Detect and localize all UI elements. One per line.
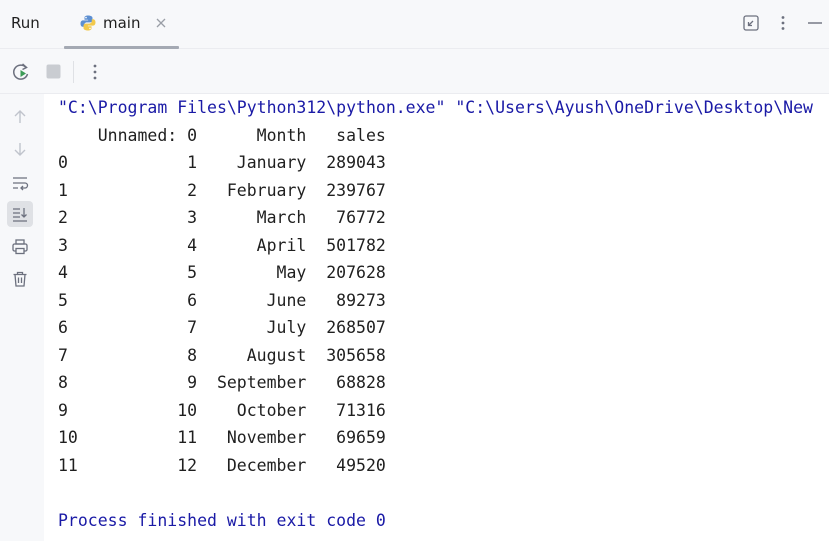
- rerun-icon[interactable]: [10, 61, 32, 83]
- python-icon: [79, 14, 97, 32]
- console-line: 6 7 July 268507: [58, 318, 386, 337]
- console-line: 2 3 March 76772: [58, 208, 386, 227]
- close-icon[interactable]: [154, 15, 168, 29]
- restore-icon[interactable]: [742, 14, 760, 32]
- minimize-icon[interactable]: [806, 14, 824, 32]
- toolbar-separator: [73, 61, 74, 83]
- print-icon[interactable]: [7, 234, 33, 260]
- arrow-down-icon[interactable]: [7, 136, 33, 162]
- console-line: Unnamed: 0 Month sales: [58, 126, 386, 145]
- run-tool-window-header: Run main: [0, 0, 829, 49]
- console-line: 4 5 May 207628: [58, 263, 386, 282]
- process-exit-message: Process finished with exit code 0: [58, 511, 386, 530]
- arrow-up-icon[interactable]: [7, 104, 33, 130]
- more-vertical-icon[interactable]: [774, 14, 792, 32]
- console-line: 10 11 November 69659: [58, 428, 386, 447]
- more-vertical-icon[interactable]: [84, 61, 106, 83]
- soft-wrap-icon[interactable]: [7, 170, 33, 196]
- tab-main[interactable]: main: [64, 0, 179, 49]
- console-line: 7 8 August 305658: [58, 346, 386, 365]
- console-output[interactable]: "C:\Program Files\Python312\python.exe" …: [44, 94, 829, 541]
- trash-icon[interactable]: [7, 266, 33, 292]
- console-side-toolbar: [0, 94, 44, 541]
- console-line: 9 10 October 71316: [58, 401, 386, 420]
- console-command-line: "C:\Program Files\Python312\python.exe" …: [58, 98, 813, 117]
- scroll-to-end-icon[interactable]: [7, 201, 33, 227]
- console-line: 11 12 December 49520: [58, 456, 386, 475]
- tab-label: main: [103, 14, 141, 32]
- console-line: 8 9 September 68828: [58, 373, 386, 392]
- console-line: 5 6 June 89273: [58, 291, 386, 310]
- console-line: 0 1 January 289043: [58, 153, 386, 172]
- console-line: 1 2 February 239767: [58, 181, 386, 200]
- tool-window-title: Run: [11, 14, 40, 32]
- console-line: 3 4 April 501782: [58, 236, 386, 255]
- run-toolbar: [0, 49, 829, 94]
- stop-icon[interactable]: [43, 61, 65, 83]
